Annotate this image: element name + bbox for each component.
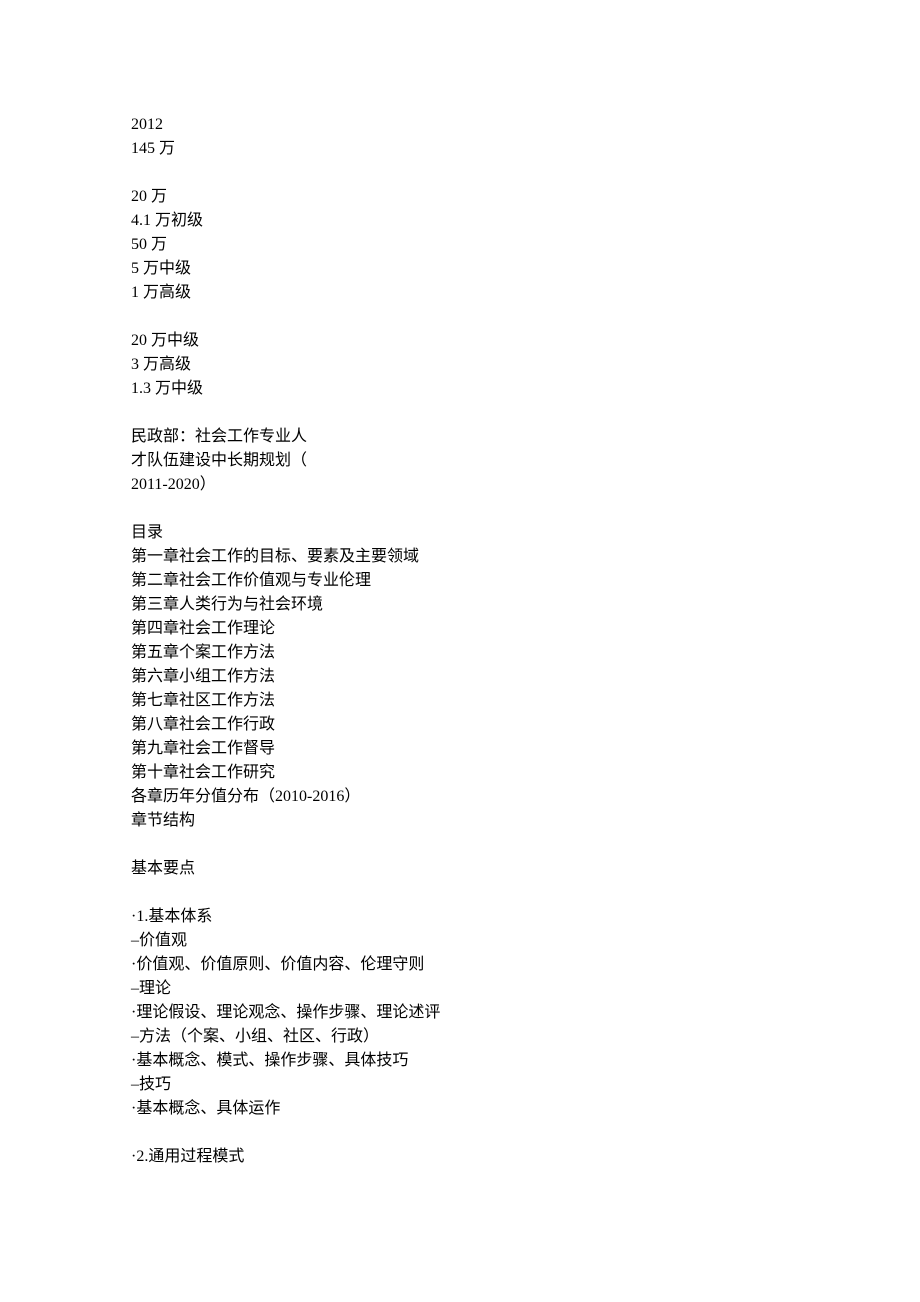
outline-item: –价值观 <box>131 929 789 953</box>
section-heading: 基本要点 <box>131 857 789 881</box>
toc-item: 第十章社会工作研究 <box>131 761 789 785</box>
outline-item: –方法（个案、小组、社区、行政） <box>131 1025 789 1049</box>
text-line: 50 万 <box>131 233 789 257</box>
toc-item: 第八章社会工作行政 <box>131 713 789 737</box>
text-block-outline: ·1.基本体系 –价值观 ·价值观、价值原则、价值内容、伦理守则 –理论 ·理论… <box>131 905 789 1121</box>
text-line: 2011-2020） <box>131 473 789 497</box>
text-block-heading: 基本要点 <box>131 857 789 881</box>
toc-item: 第五章个案工作方法 <box>131 641 789 665</box>
outline-item: –理论 <box>131 977 789 1001</box>
text-line: 1 万高级 <box>131 281 789 305</box>
text-block-outline-2: ·2.通用过程模式 <box>131 1145 789 1169</box>
text-line: 民政部：社会工作专业人 <box>131 425 789 449</box>
text-block-4: 民政部：社会工作专业人 才队伍建设中长期规划（ 2011-2020） <box>131 425 789 497</box>
toc-item: 第三章人类行为与社会环境 <box>131 593 789 617</box>
toc-item: 章节结构 <box>131 809 789 833</box>
outline-item: ·基本概念、具体运作 <box>131 1097 789 1121</box>
outline-item: ·1.基本体系 <box>131 905 789 929</box>
toc-item: 第一章社会工作的目标、要素及主要领域 <box>131 545 789 569</box>
text-line: 3 万高级 <box>131 353 789 377</box>
text-line: 才队伍建设中长期规划（ <box>131 449 789 473</box>
document-page: 2012 145 万 20 万 4.1 万初级 50 万 5 万中级 1 万高级… <box>0 0 920 1169</box>
text-line: 145 万 <box>131 137 789 161</box>
text-block-toc: 目录 第一章社会工作的目标、要素及主要领域 第二章社会工作价值观与专业伦理 第三… <box>131 521 789 833</box>
text-line: 1.3 万中级 <box>131 377 789 401</box>
toc-item: 第四章社会工作理论 <box>131 617 789 641</box>
text-line: 20 万中级 <box>131 329 789 353</box>
toc-item: 各章历年分值分布（2010-2016） <box>131 785 789 809</box>
toc-item: 第二章社会工作价值观与专业伦理 <box>131 569 789 593</box>
text-block-1: 2012 145 万 <box>131 113 789 161</box>
text-line: 5 万中级 <box>131 257 789 281</box>
text-line: 4.1 万初级 <box>131 209 789 233</box>
outline-item: ·基本概念、模式、操作步骤、具体技巧 <box>131 1049 789 1073</box>
text-block-3: 20 万中级 3 万高级 1.3 万中级 <box>131 329 789 401</box>
outline-item: ·2.通用过程模式 <box>131 1145 789 1169</box>
text-line: 2012 <box>131 113 789 137</box>
toc-heading: 目录 <box>131 521 789 545</box>
toc-item: 第六章小组工作方法 <box>131 665 789 689</box>
toc-item: 第七章社区工作方法 <box>131 689 789 713</box>
outline-item: –技巧 <box>131 1073 789 1097</box>
outline-item: ·价值观、价值原则、价值内容、伦理守则 <box>131 953 789 977</box>
text-line: 20 万 <box>131 185 789 209</box>
text-block-2: 20 万 4.1 万初级 50 万 5 万中级 1 万高级 <box>131 185 789 305</box>
toc-item: 第九章社会工作督导 <box>131 737 789 761</box>
outline-item: ·理论假设、理论观念、操作步骤、理论述评 <box>131 1001 789 1025</box>
